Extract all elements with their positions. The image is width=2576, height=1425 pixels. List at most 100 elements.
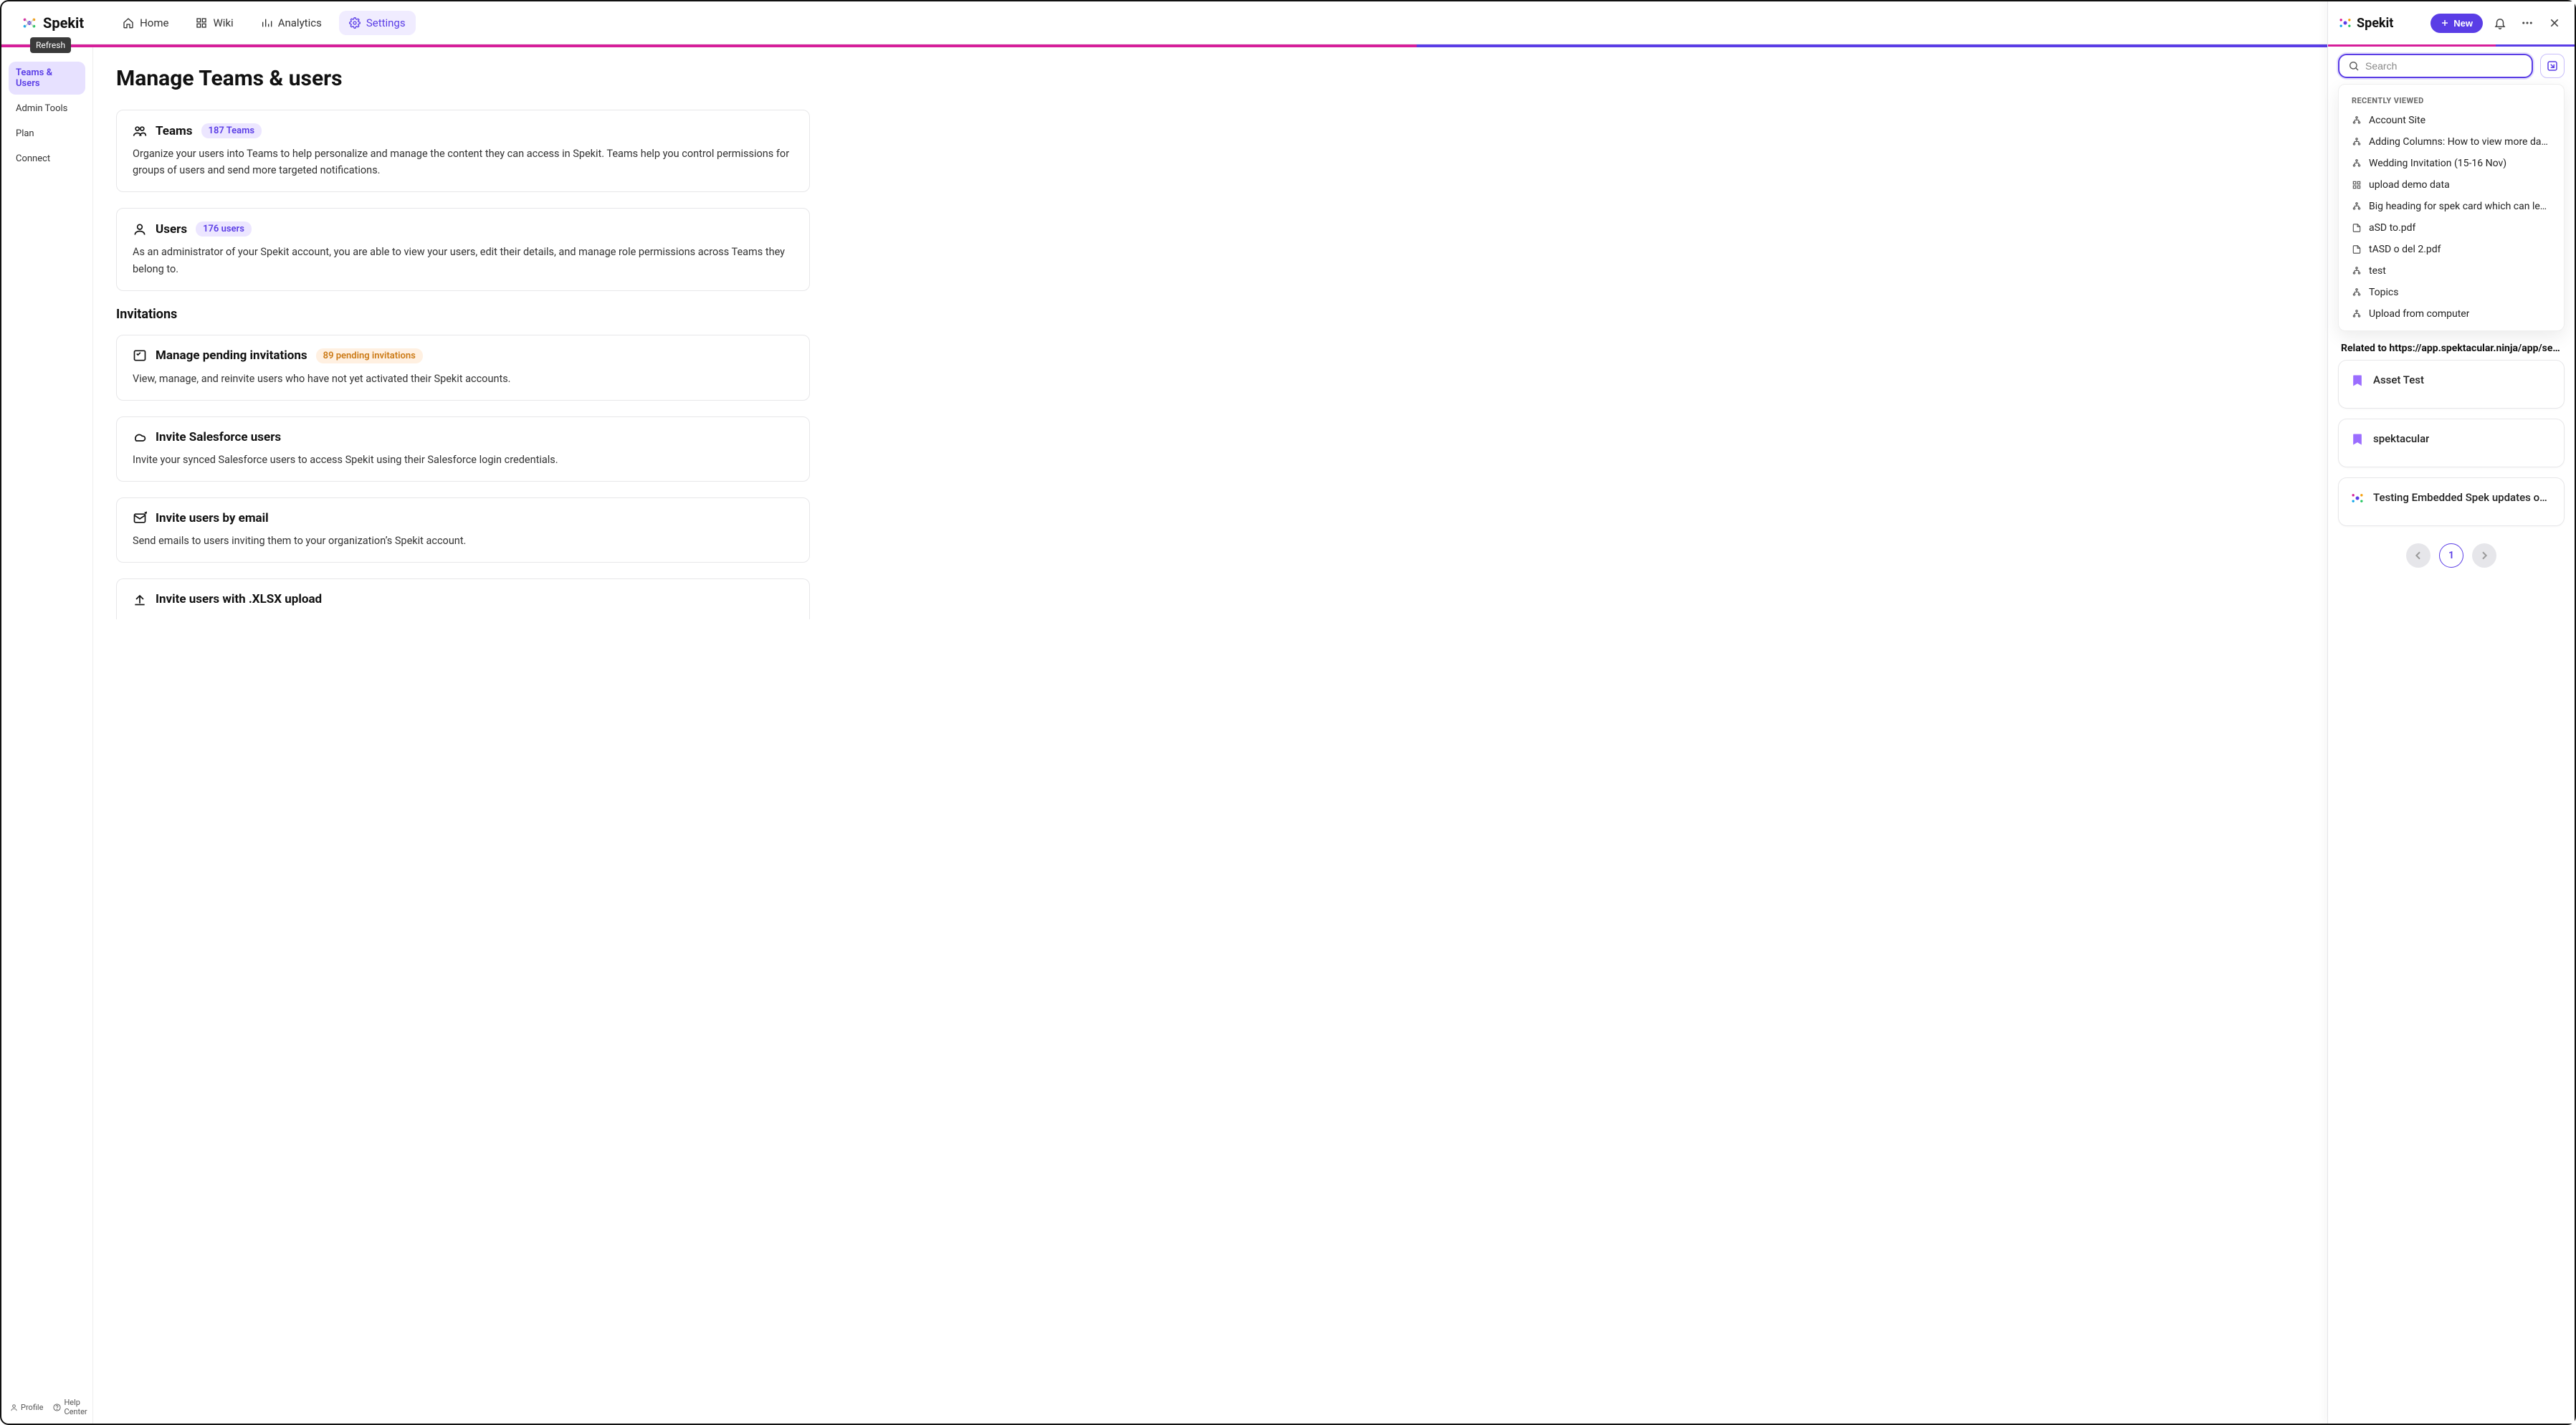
invitations-section-title: Invitations xyxy=(116,307,810,322)
profile-link[interactable]: Profile xyxy=(10,1398,43,1416)
grid-icon xyxy=(196,17,207,29)
page-title: Manage Teams & users xyxy=(116,66,810,91)
sidebar-item-label: Admin Tools xyxy=(16,103,67,114)
panel-search-input[interactable] xyxy=(2365,60,2523,72)
recent-item[interactable]: upload demo data xyxy=(2339,174,2564,196)
mail-send-icon xyxy=(133,511,147,525)
recent-item-label: Adding Columns: How to view more data … xyxy=(2369,136,2551,148)
pager-page-1[interactable]: 1 xyxy=(2439,543,2463,568)
org-icon xyxy=(2352,201,2362,211)
nav-settings[interactable]: Settings xyxy=(339,11,416,35)
pager: 1 xyxy=(2328,526,2575,585)
panel-topbar: Spekit New xyxy=(2328,1,2575,44)
nav-home[interactable]: Home xyxy=(113,11,178,35)
pending-invitations-card[interactable]: Manage pending invitations 89 pending in… xyxy=(116,335,810,401)
recent-item-label: Topics xyxy=(2369,287,2398,298)
pending-title: Manage pending invitations xyxy=(156,348,307,363)
help-icon xyxy=(53,1403,61,1411)
recent-item[interactable]: aSD to.pdf xyxy=(2339,217,2564,239)
grid-icon xyxy=(2352,180,2362,190)
panel-expand-button[interactable] xyxy=(2540,54,2565,78)
recent-item-label: Big heading for spek card which can lead… xyxy=(2369,201,2551,212)
cloud-icon xyxy=(133,430,147,444)
related-label: Related to https://app.spektacular.ninja… xyxy=(2328,331,2575,360)
related-card[interactable]: Testing Embedded Spek updates on St… xyxy=(2338,477,2565,526)
recent-item[interactable]: Topics xyxy=(2339,282,2564,303)
recent-item-label: tASD o del 2.pdf xyxy=(2369,244,2441,255)
teams-count-pill: 187 Teams xyxy=(201,123,262,138)
expand-icon xyxy=(2546,59,2559,72)
main-content: Manage Teams & users Teams 187 Teams Org… xyxy=(93,47,810,1424)
recent-item[interactable]: Big heading for spek card which can lead… xyxy=(2339,196,2564,217)
recent-item[interactable]: Account Site xyxy=(2339,110,2564,131)
upload-icon xyxy=(133,592,147,606)
org-icon xyxy=(2352,115,2362,125)
profile-label: Profile xyxy=(21,1403,43,1412)
recent-item[interactable]: Upload from computer xyxy=(2339,303,2564,325)
recent-item[interactable]: Wedding Invitation (15-16 Nov) xyxy=(2339,153,2564,174)
pending-desc: View, manage, and reinvite users who hav… xyxy=(133,371,793,387)
plus-icon xyxy=(2441,19,2449,27)
users-count-pill: 176 users xyxy=(196,221,252,237)
sidebar-item-plan[interactable]: Plan xyxy=(9,123,85,145)
panel-close-button[interactable] xyxy=(2544,13,2565,33)
sidebar-footer: Profile Help Center xyxy=(1,1391,92,1424)
chevron-right-icon xyxy=(2479,550,2490,561)
recent-item[interactable]: test xyxy=(2339,260,2564,282)
sidebar-item-label: Plan xyxy=(16,128,34,139)
pager-prev-button[interactable] xyxy=(2406,543,2430,568)
bookmark-icon xyxy=(2350,373,2365,388)
related-list: Asset Test spektacular Testing Embedded … xyxy=(2328,360,2575,526)
nav-wiki-label: Wiki xyxy=(213,16,233,29)
panel-brand[interactable]: Spekit xyxy=(2338,16,2423,31)
brand-dots-icon xyxy=(2350,491,2365,505)
pending-count-pill: 89 pending invitations xyxy=(316,348,423,363)
org-icon xyxy=(2352,158,2362,168)
panel-more-button[interactable] xyxy=(2517,13,2537,33)
user-icon xyxy=(10,1403,18,1411)
recent-item-label: Account Site xyxy=(2369,115,2425,126)
recent-item[interactable]: Adding Columns: How to view more data … xyxy=(2339,131,2564,153)
recent-item-label: test xyxy=(2369,265,2386,277)
org-icon xyxy=(2352,287,2362,297)
invite-xlsx-card[interactable]: Invite users with .XLSX upload xyxy=(116,578,810,619)
nav-home-label: Home xyxy=(140,16,168,29)
invite-email-card[interactable]: Invite users by email Send emails to use… xyxy=(116,497,810,563)
panel-search[interactable] xyxy=(2338,54,2533,78)
recent-item-label: upload demo data xyxy=(2369,179,2450,191)
close-icon xyxy=(2549,17,2560,29)
pager-next-button[interactable] xyxy=(2472,543,2496,568)
refresh-tooltip: Refresh xyxy=(30,37,71,53)
search-dropdown: RECENTLY VIEWED Account Site Adding Colu… xyxy=(2338,84,2565,331)
settings-sidebar: Teams & Users Admin Tools Plan Connect P… xyxy=(1,47,93,1424)
users-desc: As an administrator of your Spekit accou… xyxy=(133,244,793,277)
top-bar: Spekit Refresh Home Wiki Analytics Setti… xyxy=(1,1,2575,44)
teams-card[interactable]: Teams 187 Teams Organize your users into… xyxy=(116,110,810,192)
brand-dots-icon xyxy=(2338,16,2352,30)
related-card[interactable]: Asset Test xyxy=(2338,360,2565,409)
org-icon xyxy=(2352,266,2362,276)
sidebar-item-connect[interactable]: Connect xyxy=(9,148,85,170)
brand-name: Spekit xyxy=(43,14,84,32)
nav-wiki[interactable]: Wiki xyxy=(186,11,243,35)
related-card-title: spektacular xyxy=(2373,432,2429,445)
main-nav: Home Wiki Analytics Settings xyxy=(113,11,416,35)
recent-item[interactable]: tASD o del 2.pdf xyxy=(2339,239,2564,260)
salesforce-desc: Invite your synced Salesforce users to a… xyxy=(133,452,793,468)
xlsx-title: Invite users with .XLSX upload xyxy=(156,592,322,606)
recent-item-label: aSD to.pdf xyxy=(2369,222,2415,234)
user-icon xyxy=(133,222,147,237)
sidebar-item-admin-tools[interactable]: Admin Tools xyxy=(9,97,85,120)
invite-salesforce-card[interactable]: Invite Salesforce users Invite your sync… xyxy=(116,416,810,482)
related-card[interactable]: spektacular xyxy=(2338,419,2565,467)
page-number: 1 xyxy=(2448,550,2454,561)
related-card-title: Asset Test xyxy=(2373,373,2424,386)
users-card[interactable]: Users 176 users As an administrator of y… xyxy=(116,208,810,290)
nav-analytics[interactable]: Analytics xyxy=(251,11,332,35)
help-center-link[interactable]: Help Center xyxy=(53,1398,87,1416)
brand-logo[interactable]: Spekit xyxy=(22,14,84,32)
new-button[interactable]: New xyxy=(2430,14,2483,33)
notifications-button[interactable] xyxy=(2490,13,2510,33)
org-icon xyxy=(2352,309,2362,319)
sidebar-item-teams-users[interactable]: Teams & Users xyxy=(9,62,85,95)
